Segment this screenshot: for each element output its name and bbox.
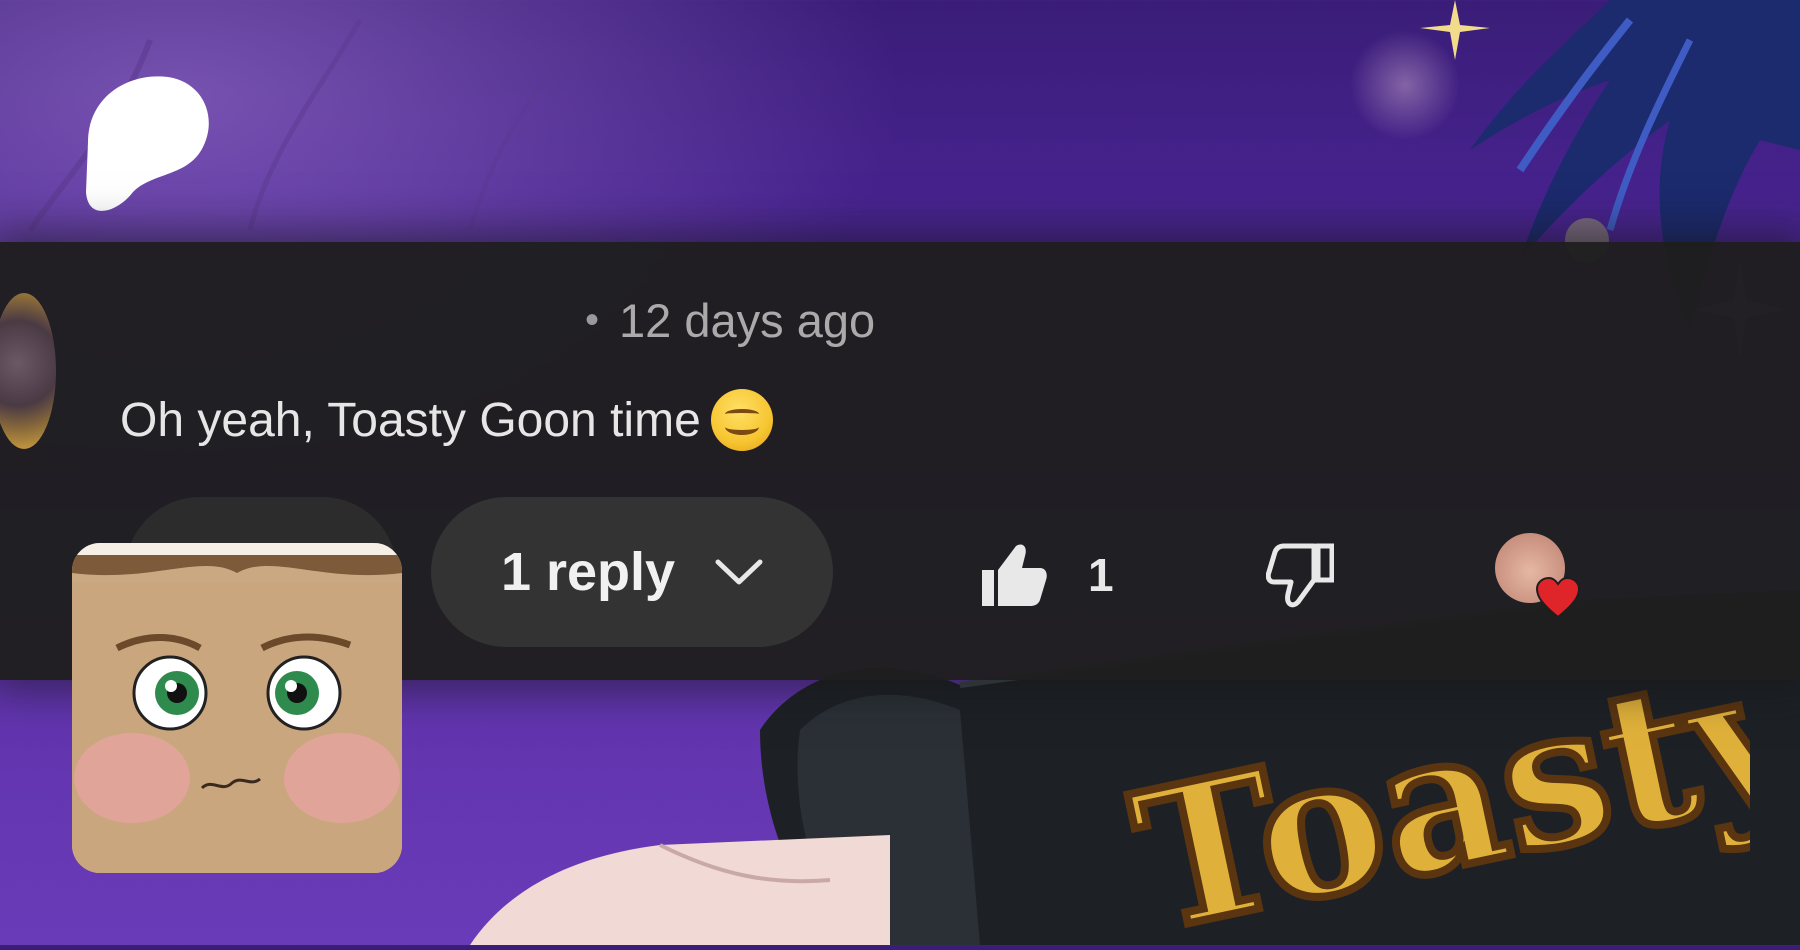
patreon-logo-icon: [86, 76, 209, 211]
comment-meta: • 12 days ago: [585, 290, 875, 350]
like-control: 1: [980, 540, 1114, 610]
like-count: 1: [1088, 549, 1114, 601]
thumbs-up-icon[interactable]: [980, 542, 1048, 608]
character-arm-art: [470, 835, 890, 945]
chevron-down-icon: [715, 559, 763, 585]
creator-heart-badge: [1495, 533, 1581, 619]
comment-text: Oh yeah, Toasty Goon time: [120, 393, 701, 447]
view-replies-button[interactable]: 1 reply: [431, 497, 833, 647]
dislike-button[interactable]: [1265, 540, 1335, 610]
smiling-face-emoji-icon: [710, 389, 773, 451]
meta-separator: •: [585, 297, 600, 342]
toasty-thumbnail: [72, 543, 402, 873]
thumbs-down-icon: [1266, 543, 1334, 608]
replies-label: 1 reply: [500, 542, 676, 602]
heart-icon: [1535, 577, 1581, 619]
comment-timestamp[interactable]: 12 days ago: [619, 293, 875, 348]
comment-body: Oh yeah, Toasty Goon time: [120, 385, 773, 455]
